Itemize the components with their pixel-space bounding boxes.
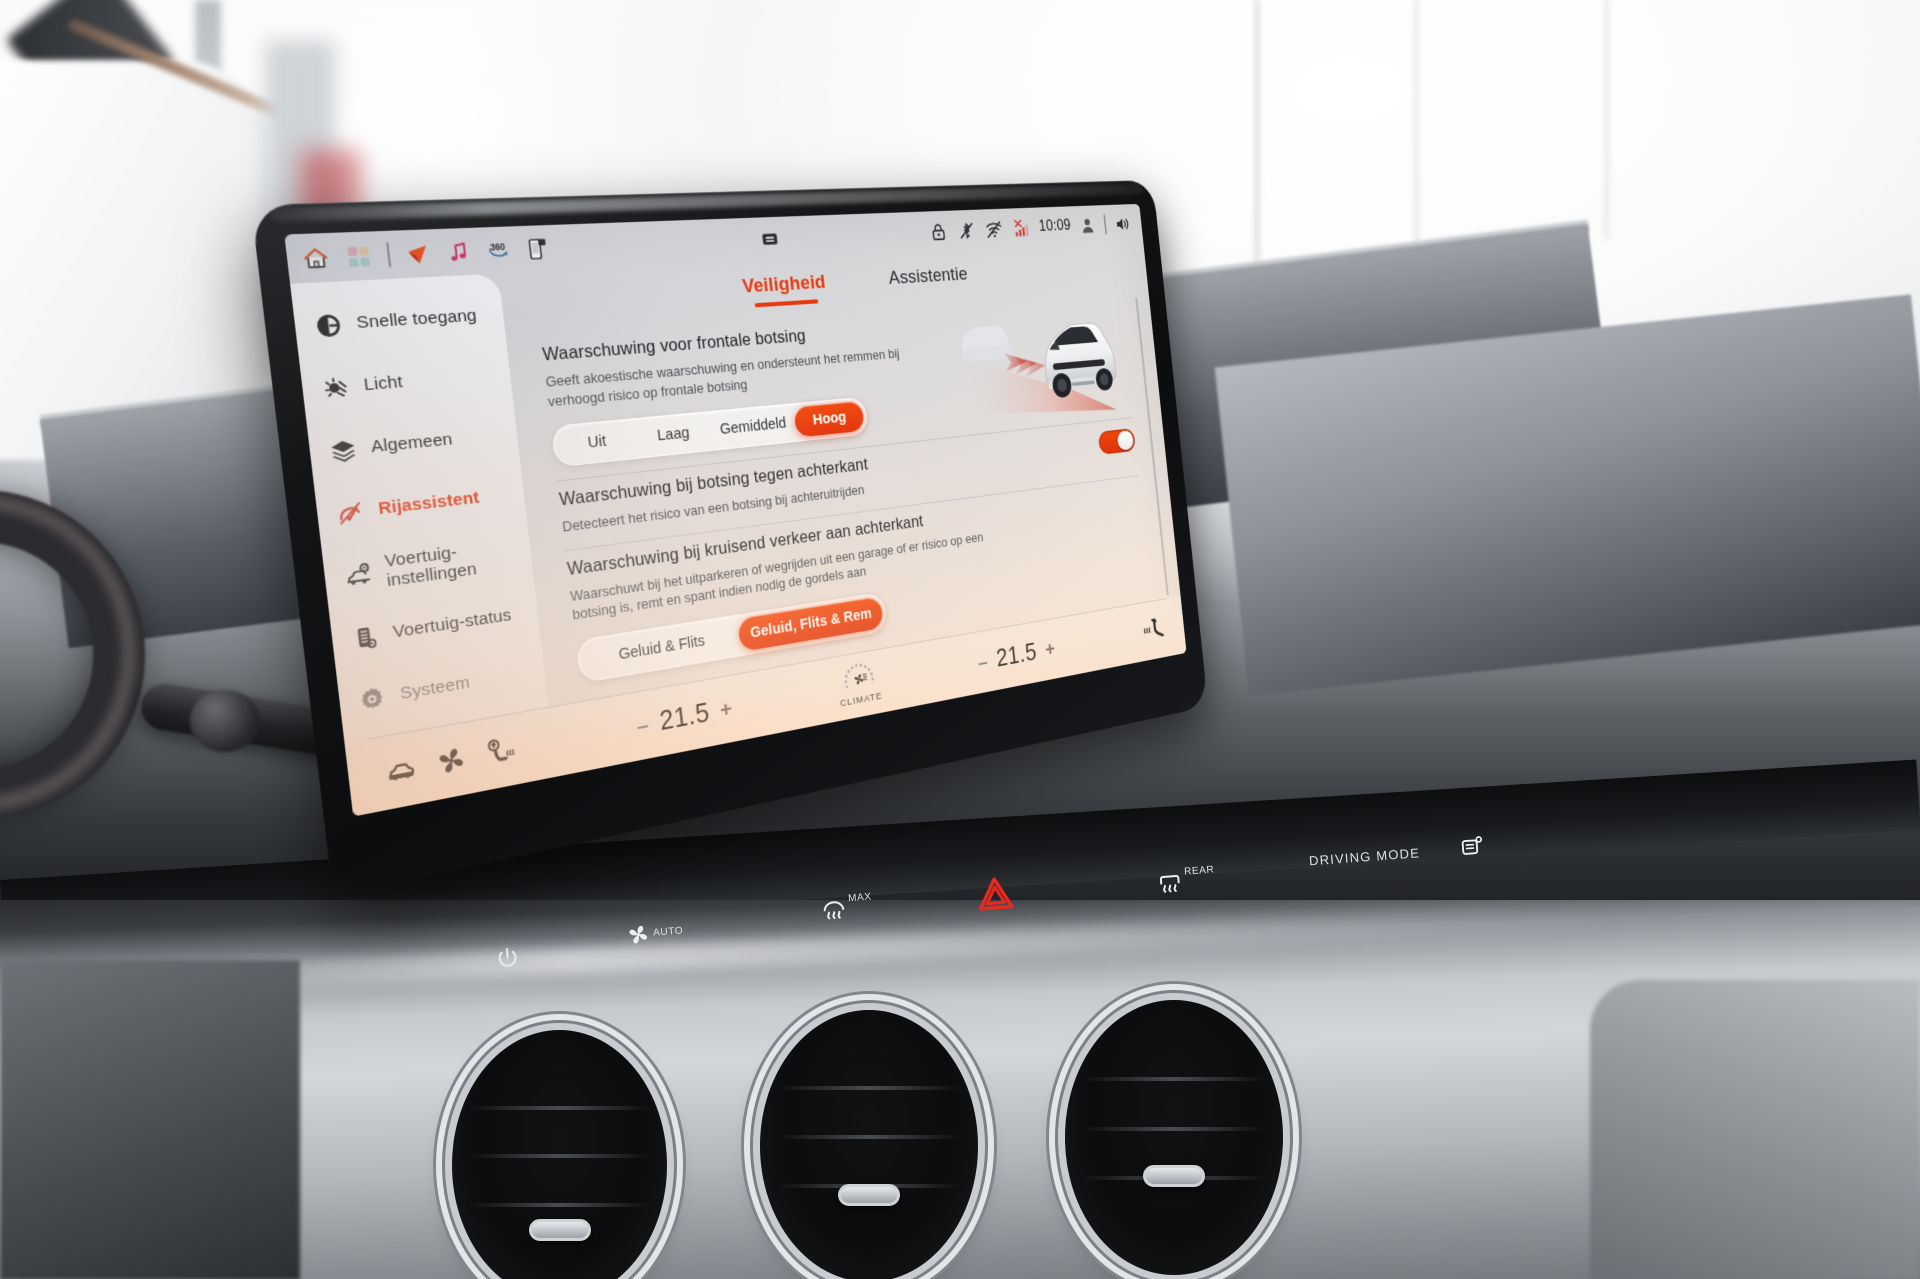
parking-assist-icon (1461, 836, 1483, 855)
driver-temp-value: 21.5 (657, 697, 711, 737)
driver-temp-decrease[interactable]: – (635, 712, 650, 739)
volume-icon[interactable] (1113, 213, 1132, 235)
list-menu-icon[interactable] (758, 226, 782, 250)
seat-climate-icon[interactable] (483, 733, 517, 770)
left-knee-panel (0, 960, 300, 1279)
passenger-temp-value: 21.5 (994, 638, 1038, 672)
camera-360-icon[interactable]: 360 (484, 237, 512, 264)
driver-temp-increase[interactable]: + (719, 696, 733, 722)
rear-defrost-button[interactable]: REAR (1155, 864, 1216, 897)
climate-dial-button[interactable]: CLIMATE (836, 660, 883, 710)
segment-option-laag[interactable]: Laag (634, 415, 712, 454)
air-vent-right[interactable] (1065, 1000, 1283, 1275)
quick-access-icon (311, 311, 345, 340)
light-icon (318, 373, 352, 402)
air-vent-center[interactable] (760, 1010, 978, 1279)
tab-veiligheid[interactable]: Veiligheid (738, 269, 830, 308)
driver-temperature-control: – 21.5 + (635, 693, 733, 741)
front-defrost-icon[interactable] (383, 751, 419, 789)
layers-icon (326, 436, 360, 466)
navigation-icon[interactable] (403, 240, 432, 267)
hard-button-label: REAR (1183, 864, 1215, 878)
fan-auto-button[interactable]: AUTO (624, 918, 684, 948)
vehicle-status-icon (348, 622, 382, 653)
hazard-warning-button[interactable] (975, 874, 1016, 913)
status-time: 10:09 (1038, 217, 1072, 235)
sidebar-item-label: Rijassistent (377, 488, 481, 520)
tab-assistentie[interactable]: Assistentie (885, 262, 972, 299)
apps-grid-icon[interactable] (344, 242, 374, 270)
power-icon (498, 948, 517, 967)
hazard-warning-icon (978, 877, 1014, 911)
power-button[interactable] (494, 944, 522, 972)
sidebar-item-label: Systeem (399, 673, 471, 705)
segment-option-gemiddeld[interactable]: Gemiddeld (709, 407, 797, 446)
toolbar-divider (386, 242, 391, 268)
sidebar-item-label: Licht (362, 372, 404, 396)
toggle-rear-collision-warning[interactable] (1097, 428, 1136, 456)
music-icon[interactable] (444, 239, 473, 266)
gear-icon (355, 683, 389, 716)
steering-column-tip (190, 690, 260, 752)
sidebar-item-label: Algemeen (370, 430, 454, 458)
sidebar-item-label: Voertuig-instellingen (383, 542, 478, 591)
sidebar-item-label: Snelle toegang (355, 306, 478, 334)
driving-assist-icon (333, 497, 367, 529)
segment-option-geluid-flits[interactable]: Geluid & Flits (580, 619, 741, 679)
hard-button-label: MAX (847, 891, 873, 905)
cellular-no-signal-icon (1011, 217, 1029, 236)
segment-option-geluid-flits-rem[interactable]: Geluid, Flits & Rem (737, 595, 884, 652)
parking-assist-button[interactable] (1456, 831, 1486, 861)
wall-seam-2 (1415, 0, 1418, 260)
segment-option-uit[interactable]: Uit (556, 423, 638, 463)
toggle-knob (1116, 429, 1135, 451)
home-icon[interactable] (300, 244, 331, 272)
wifi-off-icon (984, 218, 1005, 241)
front-defrost-max-icon (823, 901, 845, 920)
driving-mode-label: DRIVING MODE (1308, 845, 1421, 869)
user-profile-icon[interactable] (1078, 214, 1098, 236)
vehicle-settings-icon (340, 559, 374, 592)
passenger-temp-decrease[interactable]: – (977, 650, 989, 674)
svg-text:360: 360 (489, 241, 506, 252)
bluetooth-off-icon (956, 219, 977, 242)
wall-seam-3 (1605, 0, 1608, 240)
passenger-temp-increase[interactable]: + (1044, 637, 1056, 660)
fan-auto-icon (629, 925, 648, 944)
driving-mode-button[interactable]: DRIVING MODE (1304, 845, 1425, 869)
fan-icon[interactable] (434, 742, 469, 779)
status-divider (1103, 214, 1107, 235)
seat-heat-icon[interactable] (1140, 614, 1166, 645)
passenger-seat (1590, 980, 1920, 1279)
segment-option-hoog[interactable]: Hoog (793, 400, 865, 438)
lock-icon (928, 220, 950, 243)
sidebar-item-label: Voertuig-status (391, 605, 513, 643)
passenger-temperature-control: – 21.5 + (976, 635, 1056, 677)
rear-defrost-icon (1159, 874, 1180, 893)
hard-button-label: AUTO (652, 925, 684, 939)
phone-projection-icon[interactable] (523, 235, 550, 261)
infotainment-screen: 360 10:09 Snelle toegang Licht Algemeen … (284, 203, 1187, 817)
max-defrost-button[interactable]: MAX (819, 891, 873, 925)
